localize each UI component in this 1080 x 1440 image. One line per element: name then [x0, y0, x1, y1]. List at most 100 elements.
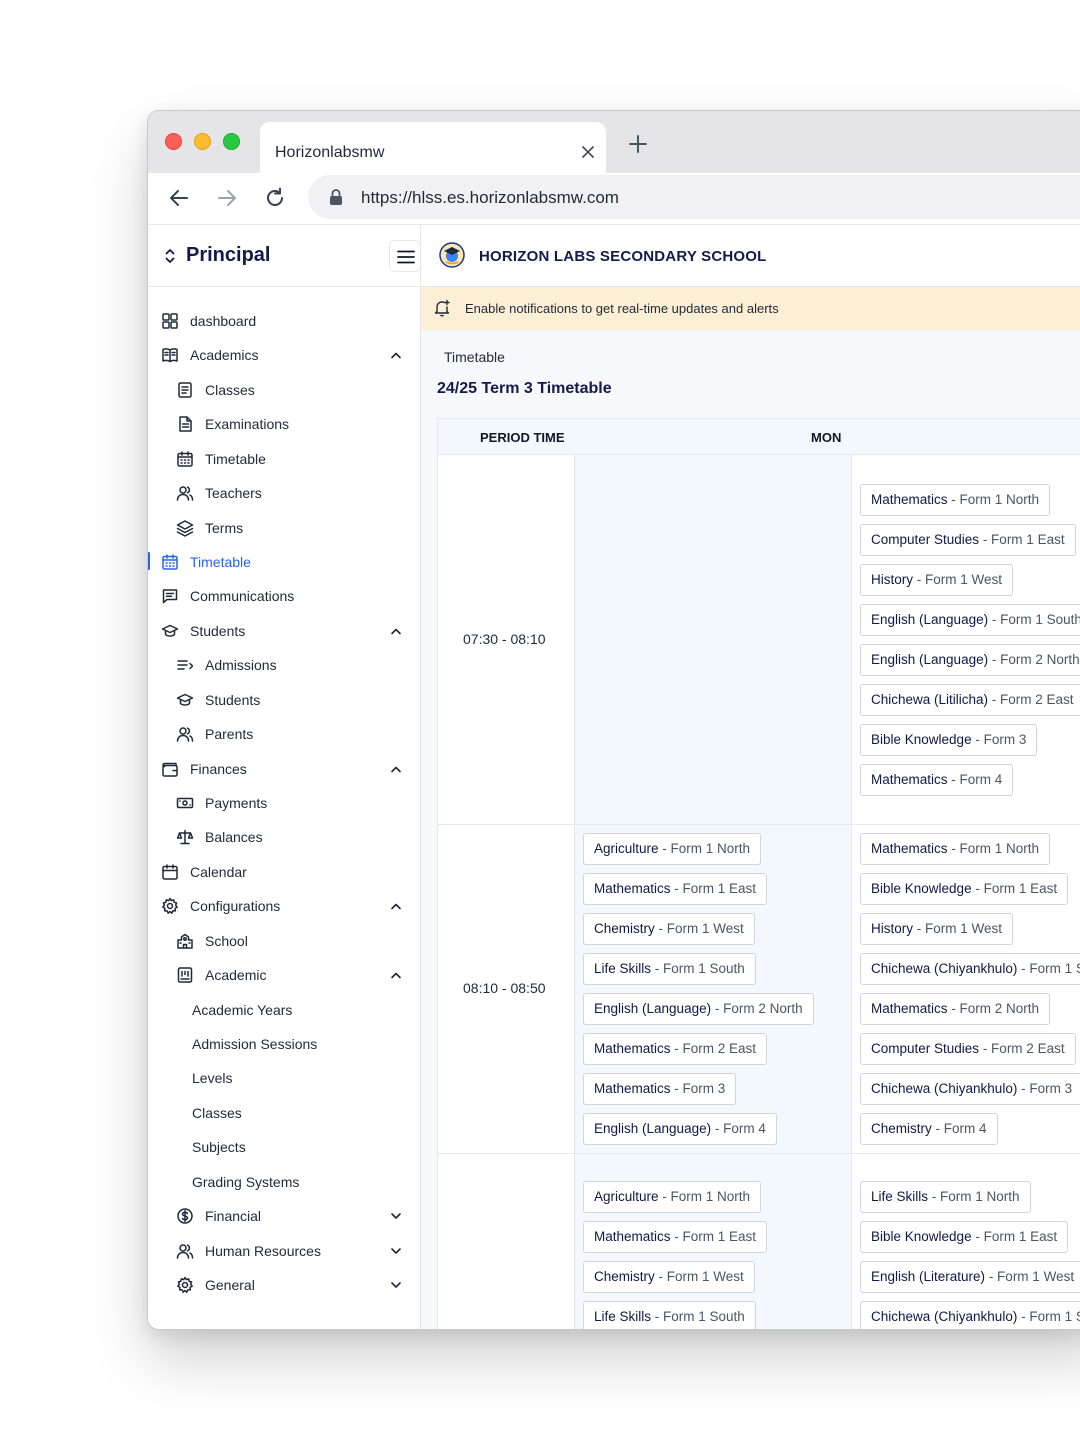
- timetable-lesson-chip[interactable]: Mathematics - Form 1 East: [583, 872, 768, 905]
- chevron-up-icon[interactable]: [389, 968, 403, 982]
- timetable-lesson-chip[interactable]: Chemistry - Form 4: [860, 1112, 998, 1145]
- timetable-lesson-chip[interactable]: Mathematics - Form 2 North: [860, 992, 1051, 1025]
- lesson-subject: Agriculture: [594, 840, 659, 856]
- sidebar-item-payments[interactable]: Payments: [148, 786, 420, 820]
- lock-icon: [330, 189, 342, 205]
- sidebar-item-configurations[interactable]: Configurations: [148, 889, 420, 923]
- sidebar-item-school[interactable]: School: [148, 924, 420, 958]
- timetable-lesson-chip[interactable]: Mathematics - Form 1 North: [860, 832, 1051, 865]
- timetable-lesson-chip[interactable]: Life Skills - Form 1 South: [583, 952, 756, 985]
- sidebar-item-label: Configurations: [190, 898, 281, 915]
- sidebar-item-general[interactable]: General: [148, 1268, 420, 1302]
- notification-banner[interactable]: Enable notifications to get real-time up…: [421, 287, 1080, 330]
- lesson-subject: Chichewa (Litilicha): [871, 691, 989, 707]
- lesson-subject: Life Skills: [871, 1189, 929, 1204]
- timetable-lesson-chip[interactable]: English (Literature) - Form 1 West: [860, 1261, 1080, 1293]
- timetable-lesson-chip[interactable]: Mathematics - Form 3: [583, 1072, 737, 1105]
- lesson-form: - Form 1 West: [654, 1269, 744, 1284]
- sidebar-item-examinations[interactable]: Examinations: [148, 407, 420, 441]
- lesson-subject: Computer Studies: [871, 531, 980, 547]
- sidebar-item-students[interactable]: Students: [148, 683, 420, 717]
- sidebar-item-classes[interactable]: Classes: [148, 1096, 420, 1130]
- timetable-lesson-chip[interactable]: Mathematics - Form 4: [860, 763, 1014, 796]
- sidebar-item-balances[interactable]: Balances: [148, 820, 420, 854]
- sidebar-item-calendar[interactable]: Calendar: [148, 855, 420, 889]
- close-icon[interactable]: [580, 144, 596, 160]
- zoom-window-button[interactable]: [223, 133, 240, 150]
- timetable-lesson-chip[interactable]: Chichewa (Chiyankhulo) - Form 3: [860, 1072, 1080, 1105]
- timetable-lesson-chip[interactable]: Bible Knowledge - Form 1 East: [860, 1221, 1069, 1253]
- role-switcher[interactable]: Principal: [148, 225, 421, 287]
- breadcrumb[interactable]: Timetable: [444, 349, 505, 365]
- timetable-lesson-chip[interactable]: Chichewa (Litilicha) - Form 2 East: [860, 683, 1080, 716]
- timetable-lesson-chip[interactable]: Life Skills - Form 1 North: [860, 1181, 1031, 1213]
- plus-icon[interactable]: [628, 134, 648, 154]
- sidebar-item-dashboard[interactable]: dashboard: [148, 304, 420, 338]
- timetable-lesson-chip[interactable]: Computer Studies - Form 1 East: [860, 523, 1076, 556]
- sidebar-item-teachers[interactable]: Teachers: [148, 476, 420, 510]
- forward-arrow-icon[interactable]: [215, 186, 239, 210]
- timetable-lesson-chip[interactable]: Bible Knowledge - Form 3: [860, 723, 1038, 756]
- sidebar-item-academic-years[interactable]: Academic Years: [148, 993, 420, 1027]
- sidebar-item-academics[interactable]: Academics: [148, 338, 420, 372]
- timetable-lesson-chip[interactable]: Bible Knowledge - Form 1 East: [860, 872, 1069, 905]
- reload-icon[interactable]: [263, 186, 287, 210]
- timetable-lesson-chip[interactable]: English (Language) - Form 1 South: [860, 603, 1080, 636]
- timetable-lesson-chip[interactable]: Mathematics - Form 2 East: [583, 1032, 768, 1065]
- page-title: 24/25 Term 3 Timetable: [437, 380, 612, 397]
- close-window-button[interactable]: [165, 133, 182, 150]
- sidebar-item-subjects[interactable]: Subjects: [148, 1130, 420, 1164]
- browser-tab[interactable]: Horizonlabsmw: [260, 122, 606, 173]
- timetable-lesson-chip[interactable]: Computer Studies - Form 2 East: [860, 1032, 1076, 1065]
- timetable-lesson-chip[interactable]: Chemistry - Form 1 West: [583, 1261, 755, 1293]
- chevron-up-icon[interactable]: [389, 348, 403, 362]
- sidebar-item-admissions[interactable]: Admissions: [148, 648, 420, 682]
- timetable-lesson-chip[interactable]: Mathematics - Form 1 North: [860, 483, 1051, 516]
- sidebar-item-grading-systems[interactable]: Grading Systems: [148, 1165, 420, 1199]
- lesson-subject: History: [871, 571, 914, 587]
- sidebar-toggle-button[interactable]: [389, 240, 421, 272]
- back-arrow-icon[interactable]: [167, 186, 191, 210]
- timetable-lesson-chip[interactable]: Chichewa (Chiyankhulo) - Form 1 South: [860, 1301, 1080, 1329]
- timetable-lesson-chip[interactable]: History - Form 1 West: [860, 563, 1014, 596]
- chevron-down-icon[interactable]: [389, 1278, 403, 1292]
- sidebar-item-terms[interactable]: Terms: [148, 511, 420, 545]
- sidebar-item-admission-sessions[interactable]: Admission Sessions: [148, 1027, 420, 1061]
- lesson-form: - Form 1 East: [670, 880, 757, 896]
- message-icon: [162, 589, 178, 604]
- timetable-lesson-chip[interactable]: Mathematics - Form 1 East: [583, 1221, 768, 1253]
- sidebar-item-academic[interactable]: Academic: [148, 958, 420, 992]
- chevron-up-icon[interactable]: [389, 762, 403, 776]
- timetable-lesson-chip[interactable]: English (Language) - Form 2 North: [583, 992, 814, 1025]
- minimize-window-button[interactable]: [194, 133, 211, 150]
- timetable-lesson-chip[interactable]: History - Form 1 West: [860, 912, 1014, 945]
- sidebar-item-communications[interactable]: Communications: [148, 579, 420, 613]
- sidebar-item-label: Classes: [192, 1104, 242, 1121]
- timetable-lesson-chip[interactable]: Life Skills - Form 1 South: [583, 1301, 756, 1329]
- timetable-lesson-chip[interactable]: Chemistry - Form 1 West: [583, 912, 755, 945]
- timetable-lesson-chip[interactable]: Agriculture - Form 1 North: [583, 832, 762, 865]
- chevron-up-icon[interactable]: [389, 624, 403, 638]
- graduation-cap-icon: [161, 624, 179, 637]
- sidebar-item-levels[interactable]: Levels: [148, 1061, 420, 1095]
- chevron-down-icon[interactable]: [389, 1244, 403, 1258]
- chevron-up-icon[interactable]: [389, 899, 403, 913]
- chevron-down-icon[interactable]: [389, 1209, 403, 1223]
- sidebar-item-human-resources[interactable]: Human Resources: [148, 1234, 420, 1268]
- timetable-lesson-chip[interactable]: English (Language) - Form 2 North: [860, 643, 1080, 676]
- scale-icon: [176, 830, 194, 845]
- timetable-lesson-chip[interactable]: English (Language) - Form 4: [583, 1112, 777, 1145]
- lesson-subject: Mathematics: [871, 1000, 948, 1016]
- sidebar-item-students[interactable]: Students: [148, 614, 420, 648]
- file-text-icon: [179, 416, 192, 433]
- timetable-lesson-chip[interactable]: Chichewa (Chiyankhulo) - Form 1 South: [860, 952, 1080, 985]
- sidebar-item-finances[interactable]: Finances: [148, 752, 420, 786]
- sidebar-item-timetable[interactable]: Timetable: [148, 442, 420, 476]
- sidebar-item-financial[interactable]: Financial: [148, 1199, 420, 1233]
- sidebar-item-label: Grading Systems: [192, 1173, 300, 1190]
- sidebar-item-parents[interactable]: Parents: [148, 717, 420, 751]
- sidebar-item-timetable[interactable]: Timetable: [148, 545, 420, 579]
- timetable-lesson-chip[interactable]: Agriculture - Form 1 North: [583, 1181, 762, 1213]
- sidebar-item-classes[interactable]: Classes: [148, 373, 420, 407]
- address-bar[interactable]: https://hlss.es.horizonlabsmw.com: [308, 175, 1080, 219]
